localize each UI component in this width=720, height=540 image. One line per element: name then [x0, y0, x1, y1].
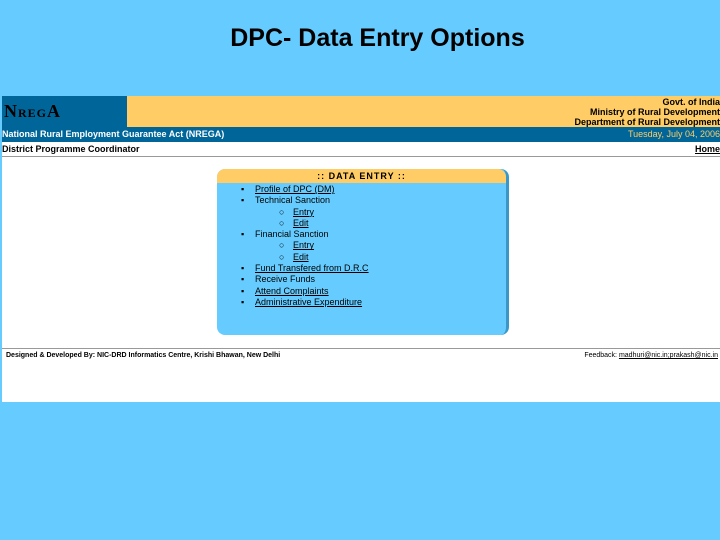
circle-bullet-icon: ○	[279, 251, 285, 262]
menu-item: ▪ Financial Sanction	[217, 229, 506, 240]
menu-item-label[interactable]: Administrative Expenditure	[255, 297, 362, 308]
square-bullet-icon: ▪	[241, 285, 245, 296]
menu-item-label[interactable]: Entry	[293, 207, 314, 218]
circle-bullet-icon: ○	[279, 240, 285, 251]
logo-reg: REG	[18, 106, 48, 120]
square-bullet-icon: ▪	[241, 274, 245, 285]
square-bullet-icon: ▪	[241, 263, 245, 274]
menu-item[interactable]: ▪ Attend Complaints	[217, 286, 506, 297]
app-screen: NREGA Govt. of India Ministry of Rural D…	[2, 96, 720, 402]
menu-item[interactable]: ▪ Profile of DPC (DM)	[217, 184, 506, 195]
menu-item[interactable]: ○ Edit	[217, 218, 506, 229]
slide-title: DPC- Data Entry Options	[230, 24, 525, 52]
govt-block: Govt. of India Ministry of Rural Develop…	[574, 96, 720, 127]
logo-n: N	[4, 101, 18, 121]
feedback-email-link[interactable]: madhuri@nic.in;prakash@nic.in	[619, 352, 718, 359]
square-bullet-icon: ▪	[241, 184, 245, 194]
menu-item-label[interactable]: Profile of DPC (DM)	[255, 184, 335, 195]
menu-item: ▪ Receive Funds	[217, 274, 506, 285]
menu-item-label: Receive Funds	[255, 274, 316, 285]
menu-item[interactable]: ▪ Fund Transfered from D.R.C	[217, 263, 506, 274]
menu-item-label[interactable]: Attend Complaints	[255, 286, 329, 297]
footer: Designed & Developed By: NIC-DRD Informa…	[2, 348, 720, 363]
act-bar: National Rural Employment Guarantee Act …	[2, 127, 720, 142]
square-bullet-icon: ▪	[241, 195, 245, 206]
menu-item[interactable]: ○ Entry	[217, 240, 506, 251]
menu-item[interactable]: ○ Edit	[217, 252, 506, 263]
feedback: Feedback: madhuri@nic.in;prakash@nic.in	[584, 349, 718, 363]
menu-item-label[interactable]: Edit	[293, 218, 309, 229]
menu-item-label: Technical Sanction	[255, 195, 331, 206]
home-link[interactable]: Home	[695, 143, 720, 156]
govt-line: Govt. of India	[662, 97, 720, 107]
menu-item-label[interactable]: Fund Transfered from D.R.C	[255, 263, 369, 274]
circle-bullet-icon: ○	[279, 217, 285, 228]
circle-bullet-icon: ○	[279, 206, 285, 217]
menu-item-label[interactable]: Entry	[293, 240, 314, 251]
square-bullet-icon: ▪	[241, 296, 245, 307]
feedback-label: Feedback:	[584, 352, 617, 359]
menu-item[interactable]: ▪ Administrative Expenditure	[217, 297, 506, 308]
act-title: National Rural Employment Guarantee Act …	[2, 129, 225, 139]
panel-heading: :: DATA ENTRY ::	[217, 169, 506, 183]
footer-credit: Designed & Developed By: NIC-DRD Informa…	[6, 352, 281, 359]
header-banner: NREGA Govt. of India Ministry of Rural D…	[2, 96, 720, 127]
menu-item-label: Financial Sanction	[255, 229, 329, 240]
logo-a: A	[47, 101, 62, 121]
data-entry-menu: ▪ Profile of DPC (DM) ▪ Technical Sanction ○…	[217, 184, 506, 308]
menu-item: ▪ Technical Sanction	[217, 195, 506, 206]
square-bullet-icon: ▪	[241, 229, 245, 240]
ministry-line: Ministry of Rural Development	[589, 107, 720, 117]
menu-item-label[interactable]: Edit	[293, 252, 309, 263]
menu-item[interactable]: ○ Entry	[217, 207, 506, 218]
department-line: Department of Rural Development	[574, 117, 720, 127]
nrega-logo: NREGA	[2, 96, 127, 127]
role-title: District Programme Coordinator	[2, 144, 140, 154]
current-date: Tuesday, July 04, 2006	[627, 129, 720, 139]
role-bar: District Programme Coordinator Home	[2, 143, 720, 157]
data-entry-panel: :: DATA ENTRY :: ▪ Profile of DPC (DM) ▪ Te…	[217, 169, 509, 335]
